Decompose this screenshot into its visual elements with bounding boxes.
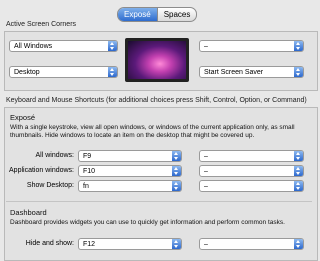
bottom-right-corner-select[interactable]: Start Screen Saver: [199, 66, 304, 78]
select-arrows-icon: [108, 41, 117, 51]
all-windows-mouse-select[interactable]: –: [199, 150, 304, 162]
dashboard-description: Dashboard provides widgets you can use t…: [10, 219, 285, 226]
hide-and-show-label: Hide and show:: [25, 240, 74, 247]
application-windows-key-value: F10: [83, 168, 96, 175]
show-desktop-mouse-select[interactable]: –: [199, 180, 304, 192]
application-windows-mouse-value: –: [204, 168, 208, 175]
application-windows-label: Application windows:: [9, 167, 74, 174]
select-arrows-icon: [172, 239, 181, 249]
all-windows-label: All windows:: [35, 152, 74, 159]
bottom-left-corner-value: Desktop: [14, 69, 40, 76]
show-desktop-key-select[interactable]: fn: [78, 180, 182, 192]
select-arrows-icon: [294, 166, 303, 176]
hide-and-show-key-value: F12: [83, 241, 96, 248]
select-arrows-icon: [108, 67, 117, 77]
select-arrows-icon: [294, 239, 303, 249]
tab-expose[interactable]: Exposé: [118, 8, 157, 21]
expose-heading: Exposé: [10, 113, 36, 122]
top-left-corner-select[interactable]: All Windows: [9, 40, 118, 52]
tab-spaces[interactable]: Spaces: [156, 8, 197, 21]
dashboard-heading: Dashboard: [10, 208, 47, 217]
hide-and-show-key-select[interactable]: F12: [78, 238, 182, 250]
select-arrows-icon: [294, 151, 303, 161]
active-corners-label: Active Screen Corners: [6, 21, 77, 28]
hide-and-show-mouse-select[interactable]: –: [199, 238, 304, 250]
application-windows-key-select[interactable]: F10: [78, 165, 182, 177]
bottom-left-corner-select[interactable]: Desktop: [9, 66, 118, 78]
hide-and-show-mouse-value: –: [204, 241, 208, 248]
select-arrows-icon: [294, 41, 303, 51]
select-arrows-icon: [172, 181, 181, 191]
select-arrows-icon: [172, 166, 181, 176]
tab-bar: Exposé Spaces: [117, 7, 198, 22]
top-right-corner-select[interactable]: –: [199, 40, 304, 52]
all-windows-key-value: F9: [83, 153, 92, 160]
show-desktop-label: Show Desktop:: [26, 182, 74, 189]
section-divider: [6, 201, 312, 202]
select-arrows-icon: [294, 181, 303, 191]
show-desktop-key-value: fn: [83, 183, 89, 190]
expose-description: With a single keystroke, view all open w…: [10, 124, 295, 139]
all-windows-key-select[interactable]: F9: [78, 150, 182, 162]
select-arrows-icon: [294, 67, 303, 77]
application-windows-mouse-select[interactable]: –: [199, 165, 304, 177]
top-right-corner-value: –: [204, 43, 208, 50]
show-desktop-mouse-value: –: [204, 183, 208, 190]
select-arrows-icon: [172, 151, 181, 161]
desktop-preview-image: [125, 38, 189, 82]
top-left-corner-value: All Windows: [14, 43, 53, 50]
shortcuts-label: Keyboard and Mouse Shortcuts (for additi…: [6, 97, 307, 104]
start-screen-saver-label: Start Screen Saver: [204, 69, 264, 76]
all-windows-mouse-value: –: [204, 153, 208, 160]
